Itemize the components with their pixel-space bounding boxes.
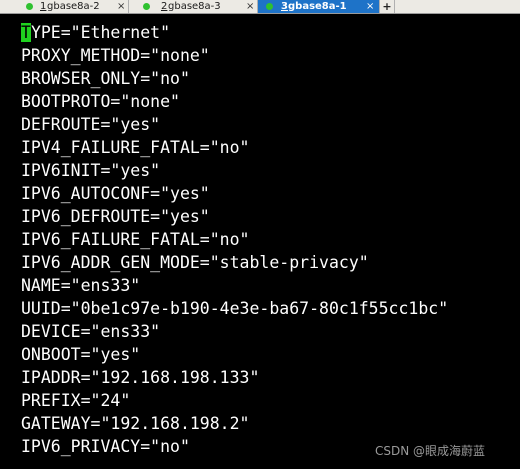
tab-gbase8a-3[interactable]: 2 gbase8a-3 ×	[129, 0, 258, 13]
terminal-line: TYPE="Ethernet"	[21, 21, 170, 44]
terminal-line: ONBOOT="yes"	[21, 345, 141, 364]
terminal-line-text: YPE="Ethernet"	[30, 23, 171, 42]
terminal-window: 1 gbase8a-2 × 2 gbase8a-3 × 3 gbase8a-1 …	[0, 0, 520, 469]
tab-number: 1	[40, 1, 47, 12]
tab-gbase8a-2[interactable]: 1 gbase8a-2 ×	[0, 0, 129, 13]
terminal-output[interactable]: TYPE="Ethernet" PROXY_METHOD="none" BROWS…	[0, 14, 520, 469]
terminal-line: IPV4_FAILURE_FATAL="no"	[21, 138, 250, 157]
session-connected-icon	[26, 3, 33, 10]
terminal-cursor: T	[21, 23, 31, 42]
tab-label: gbase8a-2	[47, 1, 100, 12]
terminal-line: IPV6_DEFROUTE="yes"	[21, 207, 210, 226]
tab-number: 3	[281, 1, 288, 12]
terminal-line: PROXY_METHOD="none"	[21, 46, 210, 65]
terminal-line: IPV6_AUTOCONF="yes"	[21, 184, 210, 203]
tab-label: gbase8a-1	[288, 1, 347, 12]
terminal-line: IPV6_FAILURE_FATAL="no"	[21, 230, 250, 249]
tab-bar: 1 gbase8a-2 × 2 gbase8a-3 × 3 gbase8a-1 …	[0, 0, 520, 14]
tab-label: gbase8a-3	[168, 1, 221, 12]
close-tab-icon[interactable]: ×	[117, 0, 125, 13]
terminal-line: IPV6_PRIVACY="no"	[21, 437, 190, 456]
terminal-line: PREFIX="24"	[21, 391, 131, 410]
terminal-line: DEVICE="ens33"	[21, 322, 161, 341]
close-tab-icon[interactable]: ×	[246, 0, 254, 13]
session-connected-icon	[266, 3, 273, 10]
watermark: CSDN @眼成海蔚蓝	[375, 444, 486, 458]
terminal-line: UUID="0be1c97e-b190-4e3e-ba67-80c1f55cc1…	[21, 299, 449, 318]
terminal-line: IPV6_ADDR_GEN_MODE="stable-privacy"	[21, 253, 369, 272]
terminal-line: NAME="ens33"	[21, 276, 141, 295]
session-connected-icon	[143, 3, 150, 10]
terminal-line: IPV6INIT="yes"	[21, 161, 161, 180]
terminal-line: GATEWAY="192.168.198.2"	[21, 414, 250, 433]
tab-gbase8a-1[interactable]: 3 gbase8a-1 ×	[258, 0, 380, 13]
new-tab-button[interactable]: +	[380, 0, 395, 13]
close-tab-icon[interactable]: ×	[366, 0, 374, 13]
terminal-line: IPADDR="192.168.198.133"	[21, 368, 260, 387]
terminal-line: DEFROUTE="yes"	[21, 115, 161, 134]
terminal-line: BROWSER_ONLY="no"	[21, 69, 190, 88]
tab-number: 2	[161, 1, 168, 12]
terminal-line: BOOTPROTO="none"	[21, 92, 180, 111]
